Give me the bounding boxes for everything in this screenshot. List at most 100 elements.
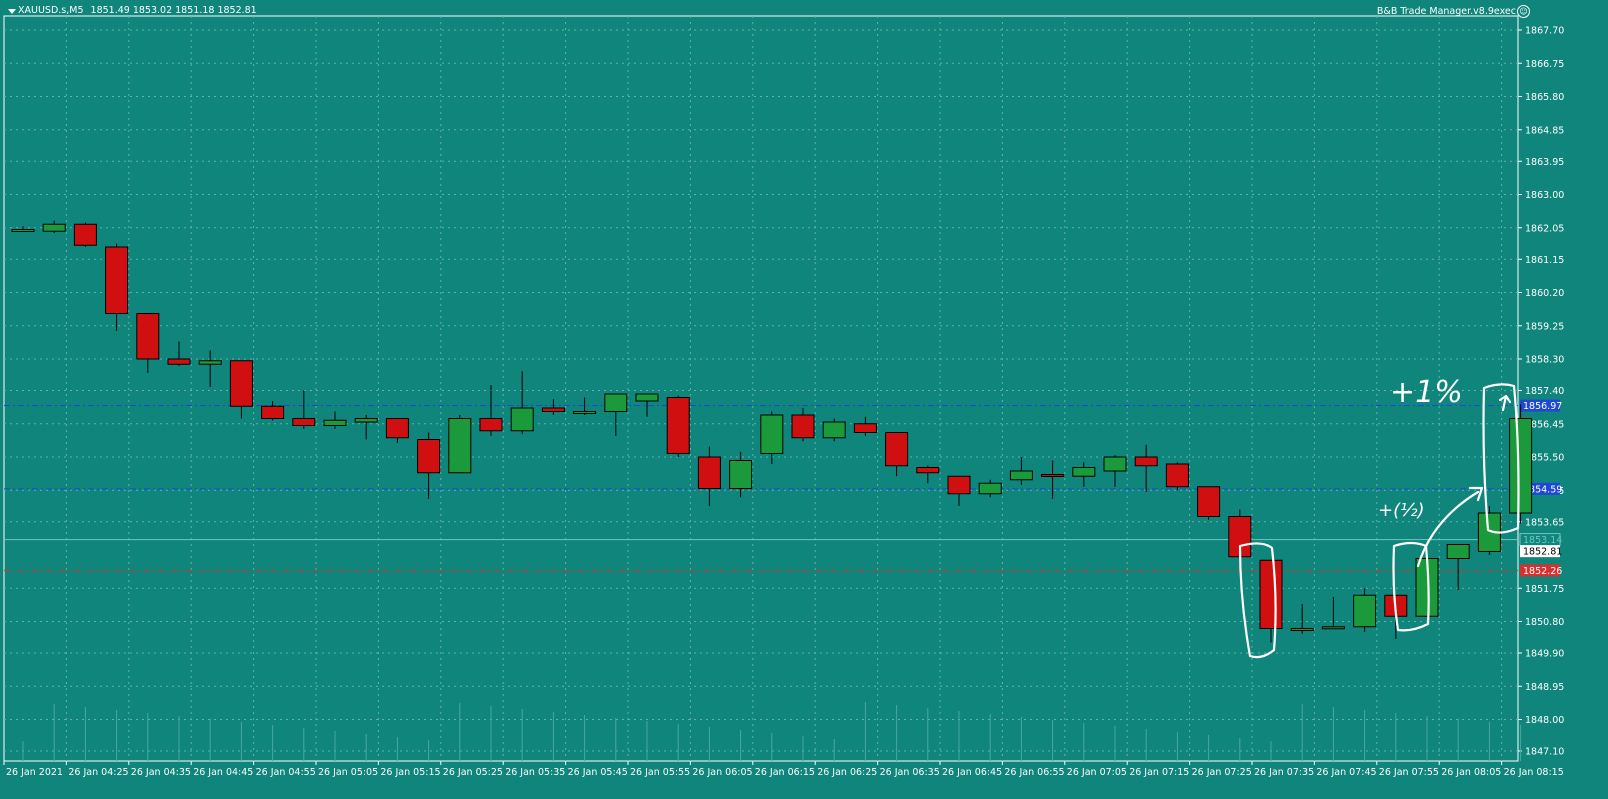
- candle-bull[interactable]: [1103, 456, 1127, 472]
- candle-bull[interactable]: [1072, 467, 1096, 477]
- candle-bull[interactable]: [354, 418, 378, 423]
- price-label: 1861.15: [1525, 255, 1564, 266]
- price-label: 1863.00: [1525, 190, 1564, 201]
- time-label: 26 Jan 04:35: [131, 767, 191, 778]
- price-label: 1862.05: [1525, 223, 1564, 234]
- candle-bull[interactable]: [1509, 418, 1533, 514]
- price-label: 1848.00: [1525, 715, 1564, 726]
- price-label: 1850.80: [1525, 617, 1564, 628]
- candle-bull[interactable]: [1446, 544, 1470, 559]
- price-label: 1867.70: [1525, 26, 1564, 37]
- upper-level-tag-label: 1856.97: [1523, 401, 1562, 412]
- time-label: 26 Jan 08:05: [1441, 767, 1501, 778]
- time-label: 26 Jan 06:45: [942, 767, 1002, 778]
- time-label: 26 Jan 07:55: [1379, 767, 1439, 778]
- candle-bear[interactable]: [1259, 559, 1283, 629]
- candle-bear[interactable]: [105, 246, 129, 314]
- candle-bear[interactable]: [791, 414, 815, 439]
- price-label: 1848.95: [1525, 682, 1564, 693]
- price-label: 1851.75: [1525, 584, 1564, 595]
- annotation-scribble: +(½): [1378, 500, 1425, 521]
- time-label: 26 Jan 05:05: [318, 767, 378, 778]
- candle-bear[interactable]: [541, 407, 565, 412]
- candle-bull[interactable]: [978, 482, 1002, 495]
- candle-bear[interactable]: [1041, 474, 1065, 477]
- time-label: 26 Jan 04:45: [193, 767, 253, 778]
- current-price-tag-label: 1852.81: [1523, 547, 1562, 558]
- time-label: 26 Jan 04:25: [68, 767, 128, 778]
- candle-bull[interactable]: [42, 223, 66, 232]
- candle-bear[interactable]: [947, 475, 971, 495]
- candle-bull[interactable]: [635, 393, 659, 402]
- price-label: 1857.40: [1525, 386, 1564, 397]
- price-label: 1860.20: [1525, 288, 1564, 299]
- ea-label[interactable]: B&B Trade Manager.v8.9exec: [1377, 6, 1516, 17]
- candle-bear[interactable]: [261, 405, 285, 419]
- time-label: 26 Jan 06:35: [880, 767, 940, 778]
- candle-bear[interactable]: [666, 397, 690, 454]
- candle-bull[interactable]: [198, 360, 222, 365]
- time-label: 26 Jan 07:35: [1254, 767, 1314, 778]
- candle-bull[interactable]: [822, 421, 846, 439]
- candle-bear[interactable]: [697, 456, 721, 489]
- time-label: 26 Jan 06:05: [692, 767, 752, 778]
- candle-bear[interactable]: [167, 358, 191, 365]
- price-label: 1853.65: [1525, 517, 1564, 528]
- candle-bear[interactable]: [853, 423, 877, 433]
- candle-bull[interactable]: [11, 229, 35, 232]
- ohlc-values: 1851.49 1853.02 1851.18 1852.81: [90, 5, 257, 16]
- candle-bear[interactable]: [385, 418, 409, 439]
- candle-bear[interactable]: [136, 313, 160, 360]
- time-label: 26 Jan 08:15: [1504, 767, 1564, 778]
- candle-bear[interactable]: [73, 223, 97, 246]
- price-label: 1849.90: [1525, 649, 1564, 660]
- time-label: 26 Jan 06:55: [1004, 767, 1064, 778]
- time-label: 26 Jan 07:15: [1129, 767, 1189, 778]
- time-label: 26 Jan 06:25: [817, 767, 877, 778]
- candle-bull[interactable]: [1290, 628, 1314, 631]
- candle-bear[interactable]: [916, 467, 940, 474]
- time-label: 26 Jan 05:35: [505, 767, 565, 778]
- time-label: 26 Jan 07:25: [1192, 767, 1252, 778]
- price-label: 1865.80: [1525, 92, 1564, 103]
- candle-bull[interactable]: [729, 460, 753, 489]
- candle-bull[interactable]: [1353, 594, 1377, 628]
- chart-header: XAUUSD.s,M5 1851.49 1853.02 1851.18 1852…: [6, 5, 257, 16]
- candle-bear[interactable]: [885, 432, 909, 467]
- candle-bear[interactable]: [229, 360, 253, 407]
- time-label: 26 Jan 2021: [6, 767, 63, 778]
- candle-bear[interactable]: [1134, 456, 1158, 467]
- time-label: 26 Jan 07:45: [1316, 767, 1376, 778]
- time-label: 26 Jan 05:15: [380, 767, 440, 778]
- ask-level-tag-label: 1853.14: [1523, 535, 1562, 546]
- candle-bear[interactable]: [1197, 486, 1221, 517]
- price-label: 1863.95: [1525, 157, 1564, 168]
- candlestick-chart[interactable]: 1867.70 1866.75 1865.80 1864.85 1863.95 1863.…: [0, 0, 1608, 799]
- candle-bear[interactable]: [479, 418, 503, 432]
- candle-bull[interactable]: [760, 414, 784, 454]
- candle-bull[interactable]: [604, 393, 628, 412]
- time-label: 26 Jan 05:55: [630, 767, 690, 778]
- time-label: 26 Jan 05:25: [443, 767, 503, 778]
- price-label: 1859.25: [1525, 321, 1564, 332]
- bid-level-tag-label: 1852.26: [1523, 566, 1562, 577]
- candle-bull[interactable]: [1321, 626, 1345, 630]
- price-label: 1847.10: [1525, 747, 1564, 758]
- time-label: 26 Jan 04:55: [256, 767, 316, 778]
- time-label: 26 Jan 06:15: [755, 767, 815, 778]
- candle-bear[interactable]: [292, 418, 316, 426]
- price-label: 1864.85: [1525, 125, 1564, 136]
- time-label: 26 Jan 07:05: [1067, 767, 1127, 778]
- time-label: 26 Jan 05:45: [568, 767, 628, 778]
- candle-bull[interactable]: [573, 411, 597, 414]
- candle-bear[interactable]: [417, 439, 441, 474]
- candle-bull[interactable]: [323, 419, 347, 426]
- candle-bull[interactable]: [1009, 470, 1033, 481]
- smiley-icon[interactable]: ☺: [1517, 5, 1530, 18]
- candle-bear[interactable]: [1165, 463, 1189, 488]
- price-label: 1858.30: [1525, 355, 1564, 366]
- price-label: 1866.75: [1525, 59, 1564, 70]
- candle-bull[interactable]: [448, 418, 472, 474]
- candle-bull[interactable]: [510, 407, 534, 432]
- symbol-label: XAUUSD.s,M5: [18, 5, 84, 16]
